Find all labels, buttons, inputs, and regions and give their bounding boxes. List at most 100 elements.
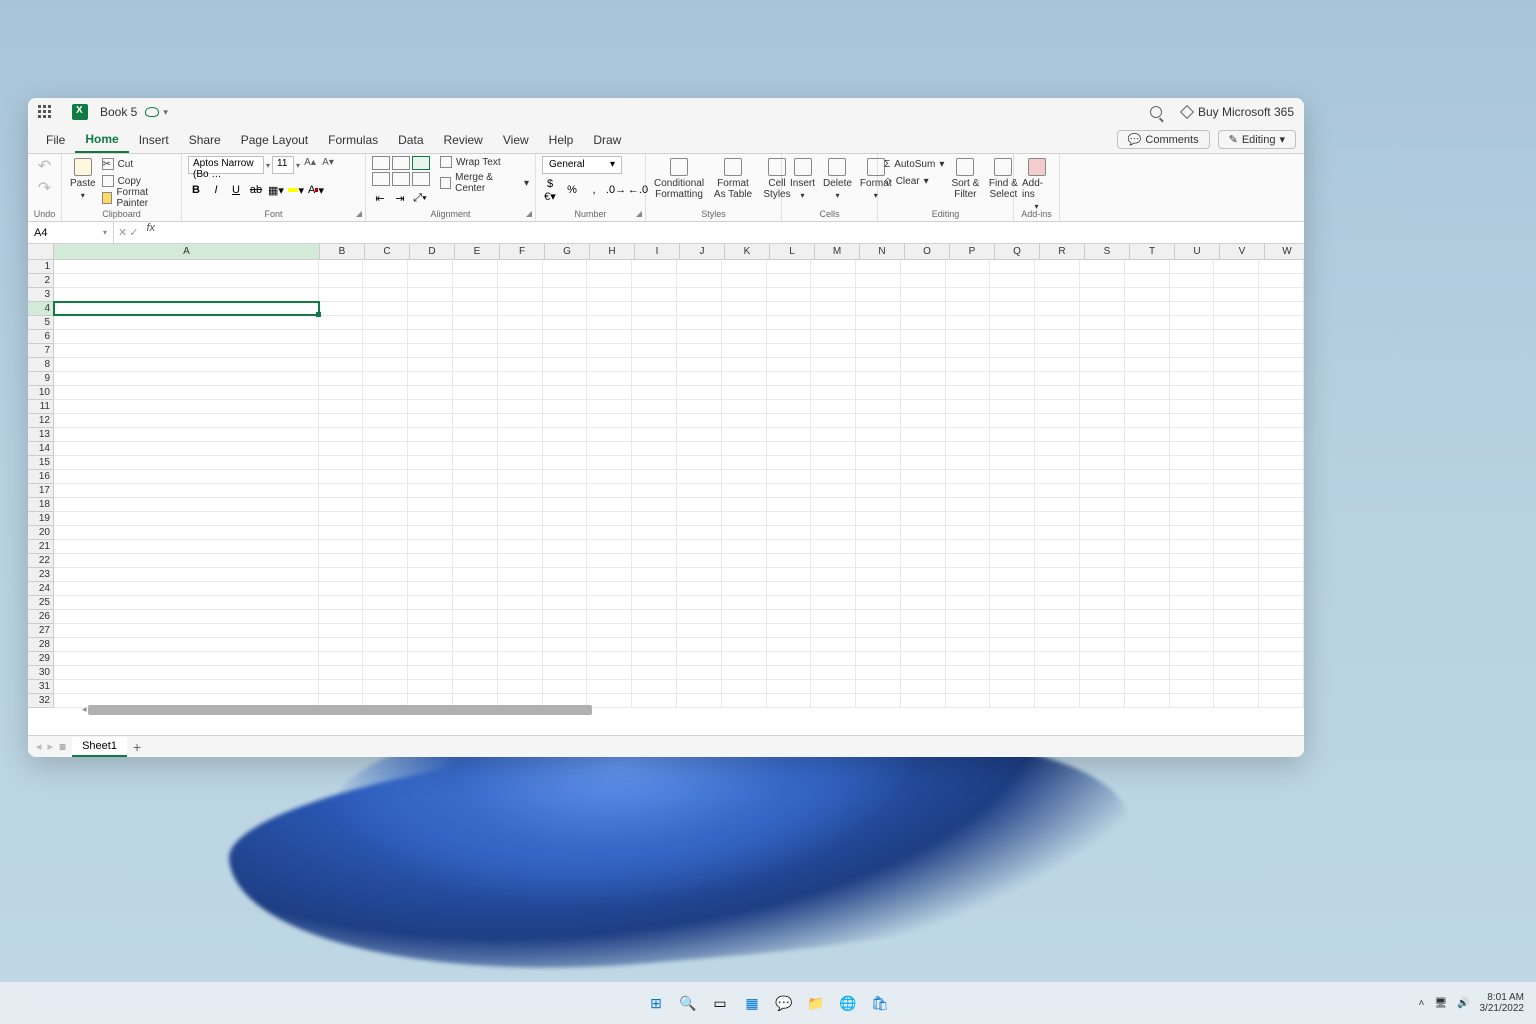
cell-R10[interactable] (1035, 386, 1080, 400)
cell-D22[interactable] (408, 554, 453, 568)
cell-Q28[interactable] (990, 638, 1035, 652)
col-header-W[interactable]: W (1265, 244, 1304, 260)
cell-F15[interactable] (498, 456, 543, 470)
cell-V6[interactable] (1214, 330, 1259, 344)
cell-E6[interactable] (453, 330, 498, 344)
cell-J18[interactable] (677, 498, 722, 512)
cell-P22[interactable] (946, 554, 991, 568)
cell-U31[interactable] (1170, 680, 1215, 694)
cell-H14[interactable] (587, 442, 632, 456)
row-header-29[interactable]: 29 (28, 652, 54, 666)
cell-T3[interactable] (1125, 288, 1170, 302)
tab-file[interactable]: File (36, 126, 75, 153)
cell-O9[interactable] (901, 372, 946, 386)
col-header-L[interactable]: L (770, 244, 815, 260)
cell-J30[interactable] (677, 666, 722, 680)
cell-V24[interactable] (1214, 582, 1259, 596)
redo-icon[interactable]: ↷ (38, 178, 51, 198)
tray-chevron-icon[interactable]: ˄ (1419, 998, 1425, 1009)
cell-E22[interactable] (453, 554, 498, 568)
cell-U7[interactable] (1170, 344, 1215, 358)
cell-R26[interactable] (1035, 610, 1080, 624)
cell-K15[interactable] (722, 456, 767, 470)
cell-T18[interactable] (1125, 498, 1170, 512)
start-button[interactable]: ⊞ (643, 990, 669, 1016)
cell-B25[interactable] (319, 596, 364, 610)
cell-V17[interactable] (1214, 484, 1259, 498)
cell-A6[interactable] (54, 330, 319, 344)
cell-Q24[interactable] (990, 582, 1035, 596)
cell-S7[interactable] (1080, 344, 1125, 358)
edge-icon[interactable]: 🌐 (835, 990, 861, 1016)
cell-E11[interactable] (453, 400, 498, 414)
cell-N24[interactable] (856, 582, 901, 596)
cell-A2[interactable] (54, 274, 319, 288)
cell-A3[interactable] (54, 288, 319, 302)
cell-F31[interactable] (498, 680, 543, 694)
col-header-U[interactable]: U (1175, 244, 1220, 260)
cell-P27[interactable] (946, 624, 991, 638)
cell-R12[interactable] (1035, 414, 1080, 428)
cell-U13[interactable] (1170, 428, 1215, 442)
cell-A4[interactable] (54, 302, 319, 316)
cell-H5[interactable] (587, 316, 632, 330)
percent-format-button[interactable]: % (564, 182, 580, 198)
cell-N17[interactable] (856, 484, 901, 498)
cell-T16[interactable] (1125, 470, 1170, 484)
cell-V15[interactable] (1214, 456, 1259, 470)
cell-L27[interactable] (767, 624, 812, 638)
cell-N10[interactable] (856, 386, 901, 400)
cell-M27[interactable] (811, 624, 856, 638)
cell-Q18[interactable] (990, 498, 1035, 512)
cell-O20[interactable] (901, 526, 946, 540)
cell-K19[interactable] (722, 512, 767, 526)
cell-W31[interactable] (1259, 680, 1304, 694)
cell-U22[interactable] (1170, 554, 1215, 568)
task-view-icon[interactable]: ▭ (707, 990, 733, 1016)
cell-H25[interactable] (587, 596, 632, 610)
cell-J23[interactable] (677, 568, 722, 582)
cell-U15[interactable] (1170, 456, 1215, 470)
cell-K14[interactable] (722, 442, 767, 456)
cell-J8[interactable] (677, 358, 722, 372)
editing-mode-button[interactable]: ✎ Editing ▾ (1218, 130, 1296, 149)
row-header-21[interactable]: 21 (28, 540, 54, 554)
cell-H13[interactable] (587, 428, 632, 442)
cell-U16[interactable] (1170, 470, 1215, 484)
cell-U26[interactable] (1170, 610, 1215, 624)
cell-R27[interactable] (1035, 624, 1080, 638)
cell-T26[interactable] (1125, 610, 1170, 624)
cell-O3[interactable] (901, 288, 946, 302)
cell-L2[interactable] (767, 274, 812, 288)
cell-F3[interactable] (498, 288, 543, 302)
cell-V5[interactable] (1214, 316, 1259, 330)
cell-D27[interactable] (408, 624, 453, 638)
cell-G5[interactable] (543, 316, 588, 330)
cell-G7[interactable] (543, 344, 588, 358)
cell-W13[interactable] (1259, 428, 1304, 442)
cell-A13[interactable] (54, 428, 319, 442)
cell-M10[interactable] (811, 386, 856, 400)
cloud-save-icon[interactable] (145, 107, 159, 117)
cell-N9[interactable] (856, 372, 901, 386)
cell-W5[interactable] (1259, 316, 1304, 330)
cell-C13[interactable] (363, 428, 408, 442)
cell-A29[interactable] (54, 652, 319, 666)
cell-Q6[interactable] (990, 330, 1035, 344)
cell-U9[interactable] (1170, 372, 1215, 386)
cell-D17[interactable] (408, 484, 453, 498)
cell-B23[interactable] (319, 568, 364, 582)
horizontal-scrollbar-thumb[interactable] (88, 705, 592, 715)
cell-C14[interactable] (363, 442, 408, 456)
cell-E4[interactable] (453, 302, 498, 316)
cell-O8[interactable] (901, 358, 946, 372)
cell-J1[interactable] (677, 260, 722, 274)
cell-H20[interactable] (587, 526, 632, 540)
cell-T15[interactable] (1125, 456, 1170, 470)
cell-P8[interactable] (946, 358, 991, 372)
app-launcher-icon[interactable] (38, 105, 52, 119)
cell-P25[interactable] (946, 596, 991, 610)
tab-help[interactable]: Help (539, 126, 584, 153)
cell-V2[interactable] (1214, 274, 1259, 288)
cell-S10[interactable] (1080, 386, 1125, 400)
